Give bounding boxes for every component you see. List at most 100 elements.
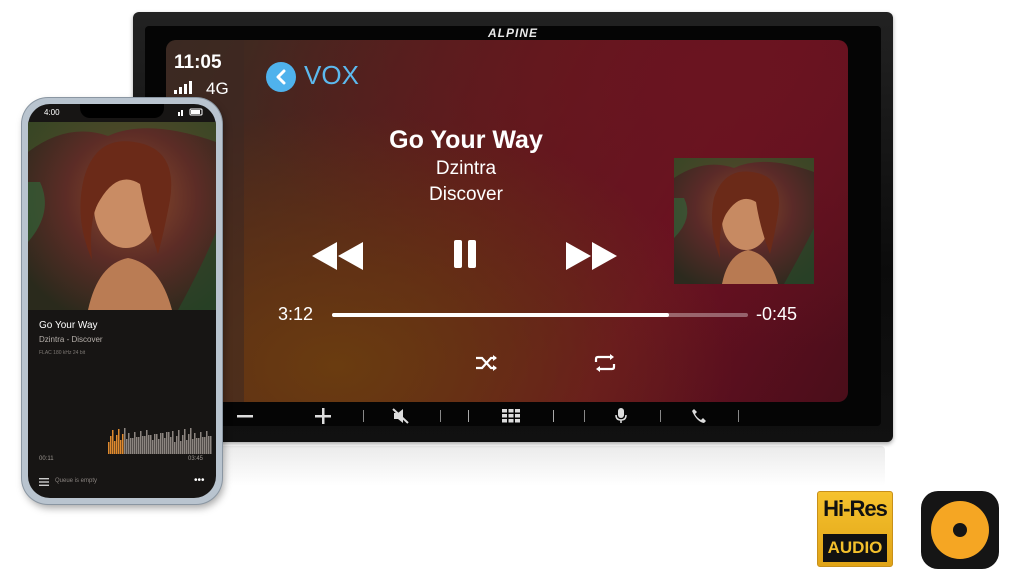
waveform-bar <box>196 438 198 454</box>
waveform-bar <box>152 440 154 454</box>
divider <box>363 410 364 422</box>
carplay-screen: 11:05 4G VOX Go Your Way Dzintra Discove… <box>166 40 848 402</box>
waveform-bar <box>182 435 184 454</box>
waveform-bar <box>136 437 138 454</box>
remaining-time: -0:45 <box>756 304 798 324</box>
waveform-bar <box>176 436 178 454</box>
phone-notch <box>80 104 164 118</box>
vox-logo-ring <box>931 501 989 559</box>
vox-logo-center <box>953 523 967 537</box>
phone-audio-format: FLAC 180 kHz 24 bit <box>39 350 86 356</box>
back-button[interactable] <box>266 62 296 92</box>
plus-icon <box>315 408 331 424</box>
waveform-scrubber[interactable] <box>108 422 212 454</box>
head-unit-reflection <box>145 446 885 486</box>
hamburger-icon[interactable] <box>39 478 49 486</box>
waveform-bar <box>174 442 176 454</box>
waveform-bar <box>114 441 116 454</box>
waveform-bar <box>188 434 190 454</box>
phone-button[interactable] <box>686 403 712 429</box>
phone-duration: 03:45 <box>188 456 204 462</box>
rewind-icon[interactable] <box>310 240 366 272</box>
status-clock: 11:05 <box>174 52 222 73</box>
waveform-bar <box>198 438 200 454</box>
phone-song-subtitle: Dzintra - Discover <box>39 335 103 344</box>
app-title: VOX <box>304 60 359 90</box>
phone-status-time: 4:00 <box>44 108 60 117</box>
waveform-bar <box>168 432 170 454</box>
fast-forward-icon[interactable] <box>564 240 620 272</box>
waveform-bar <box>190 428 192 454</box>
menu-button[interactable] <box>498 403 524 429</box>
vox-app-icon <box>921 491 999 569</box>
shuffle-icon[interactable] <box>474 353 500 373</box>
waveform-bar <box>210 436 212 454</box>
mute-button[interactable] <box>388 403 414 429</box>
waveform-bar <box>194 433 196 454</box>
waveform-bar <box>200 432 202 454</box>
volume-up-button[interactable] <box>310 403 336 429</box>
waveform-bar <box>170 437 172 454</box>
voice-button[interactable] <box>608 403 634 429</box>
waveform-bar <box>184 429 186 454</box>
album-art <box>674 158 814 284</box>
minus-icon <box>237 415 253 418</box>
hires-audio-badge: Hi-Res AUDIO <box>817 491 893 567</box>
product-stage: ALPINE 11:05 4G VOX Go Your Way Dzintra … <box>0 0 1024 575</box>
divider <box>584 410 585 422</box>
phone-song-title: Go Your Way <box>39 320 98 331</box>
pause-icon[interactable] <box>452 238 478 270</box>
waveform-bar <box>132 438 134 454</box>
waveform-bar <box>120 440 122 454</box>
waveform-bar <box>122 434 124 454</box>
divider <box>468 410 469 422</box>
waveform-bar <box>186 440 188 454</box>
waveform-bar <box>124 428 126 454</box>
microphone-icon <box>615 408 627 423</box>
waveform-bar <box>144 436 146 454</box>
waveform-bar <box>202 437 204 454</box>
waveform-bar <box>178 430 180 454</box>
mute-icon <box>392 408 409 424</box>
divider <box>553 410 554 422</box>
more-options-icon[interactable]: ••• <box>194 475 205 486</box>
waveform-bar <box>162 433 164 454</box>
waveform-bar <box>118 429 120 454</box>
brand-logo: ALPINE <box>487 26 538 40</box>
waveform-bar <box>110 436 112 454</box>
hires-badge-bottom: AUDIO <box>823 534 887 562</box>
waveform-bar <box>156 434 158 454</box>
divider <box>660 410 661 422</box>
waveform-bar <box>108 442 110 454</box>
waveform-bar <box>204 437 206 454</box>
waveform-bar <box>128 433 130 454</box>
waveform-bar <box>172 431 174 454</box>
waveform-bar <box>160 433 162 454</box>
signal-strength-icon <box>174 80 192 94</box>
phone-status-icons <box>178 108 204 118</box>
song-artist: Dzintra <box>435 158 497 179</box>
elapsed-time: 3:12 <box>278 304 314 324</box>
progress-fill <box>332 313 669 317</box>
repeat-icon[interactable] <box>592 353 618 373</box>
waveform-bar <box>138 437 140 454</box>
waveform-bar <box>130 438 132 454</box>
hires-badge-top: Hi-Res <box>823 496 888 521</box>
waveform-bar <box>134 432 136 454</box>
waveform-bar <box>192 439 194 454</box>
volume-down-button[interactable] <box>232 403 258 429</box>
waveform-bar <box>116 435 118 454</box>
menu-grid-icon <box>502 409 520 423</box>
divider <box>440 410 441 422</box>
waveform-bar <box>126 439 128 454</box>
phone-screen: 4:00 Go Your Way Dzintra - Discover FLAC… <box>28 104 216 498</box>
queue-status: Queue is empty <box>55 478 98 484</box>
battery-icon <box>178 108 203 116</box>
waveform-bar <box>180 441 182 454</box>
waveform-bar <box>150 435 152 454</box>
waveform-bar <box>158 439 160 454</box>
progress-bar[interactable] <box>332 313 748 317</box>
waveform-bar <box>164 438 166 454</box>
waveform-bar <box>166 432 168 454</box>
phone-elapsed-time: 00:11 <box>39 456 54 462</box>
